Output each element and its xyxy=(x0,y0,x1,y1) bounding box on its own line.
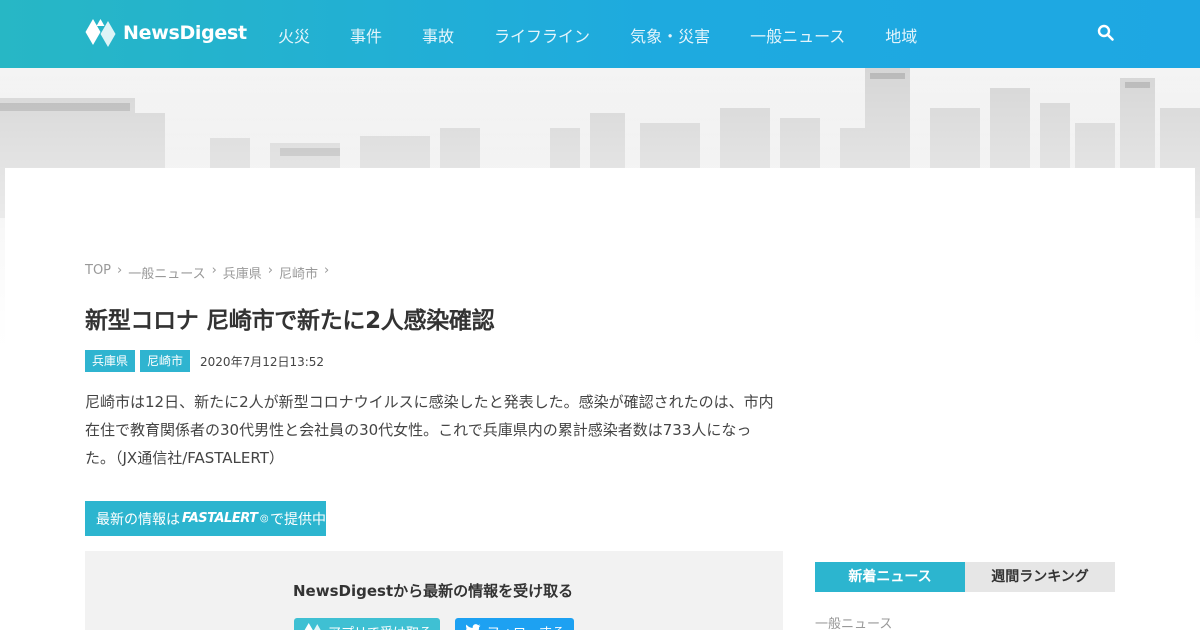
nav-item-region[interactable]: 地域 xyxy=(885,23,917,47)
nav-item-lifeline[interactable]: ライフライン xyxy=(494,23,590,47)
breadcrumb-top[interactable]: TOP xyxy=(85,263,111,282)
app-subscribe-button[interactable]: アプリで受け取る xyxy=(294,618,440,630)
fastalert-prefix: 最新の情報は xyxy=(96,511,180,528)
twitter-follow-button[interactable]: フォローする xyxy=(455,618,574,630)
tag-hyogo[interactable]: 兵庫県 xyxy=(85,350,136,372)
twitter-follow-label: フォローする xyxy=(487,622,565,630)
subscribe-title: NewsDigestから最新の情報を受け取る xyxy=(293,582,574,600)
breadcrumb-amagasaki[interactable]: 尼崎市 xyxy=(279,263,318,282)
article-date: 2020年7月12日13:52 xyxy=(200,354,325,369)
sidebar-tabs: 新着ニュース 週間ランキング xyxy=(815,562,1115,592)
newsdigest-logo-icon xyxy=(304,623,321,630)
breadcrumb-separator: › xyxy=(117,263,123,278)
wifi-icon xyxy=(259,514,268,523)
tab-latest-news[interactable]: 新着ニュース xyxy=(815,562,965,592)
fastalert-button[interactable]: 最新の情報は FASTALERT で提供中 xyxy=(85,501,326,536)
site-header: NewsDigest 火災 事件 事故 ライフライン 気象・災害 一般ニュース … xyxy=(0,0,1200,68)
main-nav: 火災 事件 事故 ライフライン 気象・災害 一般ニュース 地域 xyxy=(278,23,957,47)
nav-item-fire[interactable]: 火災 xyxy=(278,23,310,47)
app-subscribe-label: アプリで受け取る xyxy=(328,622,432,630)
nav-item-general-news[interactable]: 一般ニュース xyxy=(750,23,845,47)
tab-weekly-ranking[interactable]: 週間ランキング xyxy=(965,562,1115,592)
search-button[interactable] xyxy=(1097,24,1117,44)
breadcrumb-hyogo[interactable]: 兵庫県 xyxy=(223,263,262,282)
twitter-icon xyxy=(466,624,481,630)
sidebar-category-label: 一般ニュース xyxy=(815,617,893,630)
newsdigest-logo-icon xyxy=(85,19,116,47)
article-meta: 兵庫県 尼崎市 2020年7月12日13:52 xyxy=(85,350,324,372)
breadcrumb-separator: › xyxy=(324,263,330,278)
nav-item-weather-disaster[interactable]: 気象・災害 xyxy=(630,23,710,47)
subscribe-box: NewsDigestから最新の情報を受け取る アプリで受け取る フォローする xyxy=(85,551,783,630)
breadcrumb-general-news[interactable]: 一般ニュース xyxy=(128,263,205,282)
nav-item-accident[interactable]: 事故 xyxy=(422,23,454,47)
article-body: 尼崎市は12日、新たに2人が新型コロナウイルスに感染したと発表した。感染が確認さ… xyxy=(85,393,774,467)
breadcrumb-separator: › xyxy=(267,263,273,278)
breadcrumb: TOP › 一般ニュース › 兵庫県 › 尼崎市 › xyxy=(85,263,335,282)
tag-amagasaki[interactable]: 尼崎市 xyxy=(140,350,191,372)
fastalert-suffix: で提供中 xyxy=(270,511,326,528)
breadcrumb-separator: › xyxy=(211,263,217,278)
nav-item-incident[interactable]: 事件 xyxy=(350,23,382,47)
site-logo[interactable]: NewsDigest xyxy=(85,19,247,47)
logo-text: NewsDigest xyxy=(123,22,247,44)
article-title: 新型コロナ 尼崎市で新たに2人感染確認 xyxy=(85,308,495,334)
fastalert-logo: FASTALERT xyxy=(182,511,258,526)
search-icon xyxy=(1097,24,1114,41)
